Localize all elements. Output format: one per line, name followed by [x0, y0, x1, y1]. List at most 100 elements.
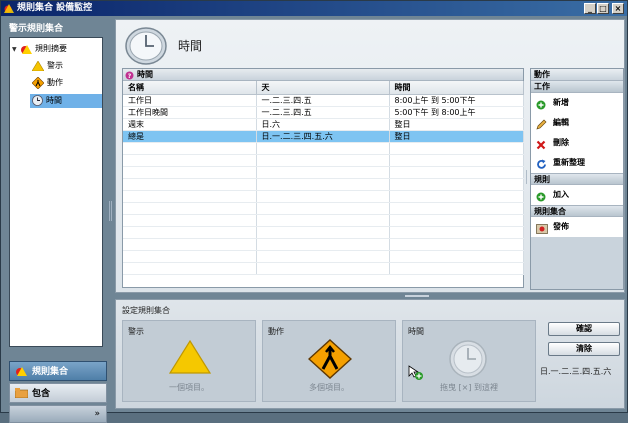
empty-table-row — [123, 202, 524, 215]
action-item-edit-pencil[interactable]: 編輯 — [531, 113, 623, 133]
time-grid: ? 時間 名稱 天 時間 工作日 一.二.三.四.五 8:00上午 到 5:00下午… — [122, 68, 524, 288]
rule-tree[interactable]: ▼ 規則摘要 警示 動作 時間 — [9, 37, 103, 347]
table-row[interactable]: 總是 日.一.二.三.四.五.六 整日 — [123, 130, 524, 143]
table-cell — [389, 178, 524, 191]
app-window: 規則集合 設備監控 _ □ × 警示規則集合 ▼ 規則摘要 警示 動作 時間 規… — [0, 0, 628, 423]
table-cell — [256, 250, 390, 263]
action-drop-slot[interactable]: 動作 多個項目。 — [262, 320, 396, 402]
vertical-splitter[interactable] — [109, 201, 112, 221]
app-logo-icon — [4, 4, 14, 13]
warning-triangle-icon — [168, 339, 212, 374]
nav-rule-sets-button[interactable]: 規則集合 — [9, 361, 107, 381]
table-cell — [256, 190, 390, 203]
add-icon — [536, 190, 546, 210]
page-title: 時間 — [178, 39, 203, 53]
title-bar: 規則集合 設備監控 _ □ × — [1, 1, 627, 16]
publish-icon — [536, 222, 548, 242]
column-header-name[interactable]: 名稱 — [123, 81, 257, 95]
empty-table-row — [123, 226, 524, 239]
rule-summary-icon — [21, 44, 32, 54]
table-row[interactable]: 工作日 一.二.三.四.五 8:00上午 到 5:00下午 — [123, 94, 524, 107]
action-diamond-icon — [32, 76, 44, 89]
actions-splitter[interactable] — [526, 170, 528, 184]
actions-sections: 工作 新增 編輯 刪除 重新整理 規則 加入 規則集合 發佈 — [531, 81, 623, 237]
tree-item-actions[interactable]: 動作 — [32, 76, 102, 90]
main-panel: 時間 ? 時間 名稱 天 時間 工作日 一.二.三.四.五 8:00上午 到 5:0… — [115, 19, 625, 293]
empty-table-row — [123, 178, 524, 191]
table-cell — [123, 238, 257, 251]
nav-more-button[interactable]: » — [9, 405, 107, 423]
window-controls: _ □ × — [584, 3, 624, 14]
table-cell — [389, 214, 524, 227]
expand-arrow-icon[interactable]: ▼ — [12, 43, 20, 57]
table-cell — [256, 154, 390, 167]
tree-item-rule-summary[interactable]: ▼ 規則摘要 — [12, 42, 100, 56]
tree-item-alerts[interactable]: 警示 — [32, 59, 102, 73]
table-cell — [256, 214, 390, 227]
table-cell — [389, 142, 524, 155]
table-row[interactable]: 週末 日.六 整日 — [123, 118, 524, 131]
time-drop-slot[interactable]: 時間 拖曳 [×] 到這裡 — [402, 320, 536, 402]
table-cell — [123, 226, 257, 239]
table-cell — [123, 178, 257, 191]
action-item-add[interactable]: 加入 — [531, 185, 623, 205]
empty-table-row — [123, 214, 524, 227]
action-item-label: 新增 — [553, 98, 569, 107]
nav-include-button[interactable]: 包含 — [9, 383, 107, 403]
time-info-icon: ? — [125, 71, 134, 80]
actions-section-title: 工作 — [531, 81, 623, 93]
table-cell — [256, 238, 390, 251]
action-item-label: 發佈 — [553, 222, 569, 231]
table-cell — [389, 166, 524, 179]
horizontal-splitter[interactable] — [405, 295, 429, 297]
alert-drop-slot[interactable]: 警示 一個項目。 — [122, 320, 256, 402]
tree-item-time[interactable]: 時間 — [30, 94, 102, 108]
nav-splitter[interactable] — [9, 353, 107, 359]
maximize-button[interactable]: □ — [597, 3, 609, 14]
table-cell: 8:00上午 到 5:00下午 — [389, 94, 524, 107]
action-item-label: 編輯 — [553, 118, 569, 127]
action-item-delete-x[interactable]: 刪除 — [531, 133, 623, 153]
action-diamond-icon — [308, 339, 352, 379]
actions-list: 發佈 — [531, 217, 623, 237]
actions-panel: 動作 工作 新增 編輯 刪除 重新整理 規則 加入 規則集合 發佈 — [530, 68, 624, 290]
column-header-time[interactable]: 時間 — [389, 81, 524, 95]
empty-table-row — [123, 262, 524, 275]
actions-header: 動作 — [531, 69, 623, 81]
actions-list: 新增編輯刪除重新整理 — [531, 93, 623, 173]
table-cell — [389, 202, 524, 215]
clear-button[interactable]: 清除 — [548, 342, 620, 356]
large-clock-icon — [125, 27, 167, 65]
warning-triangle-icon — [32, 60, 44, 71]
time-table: 名稱 天 時間 工作日 一.二.三.四.五 8:00上午 到 5:00下午 工作日晚間… — [123, 81, 524, 275]
empty-table-row — [123, 166, 524, 179]
slot-label: 時間 — [408, 327, 424, 336]
table-cell: 整日 — [389, 118, 524, 131]
action-item-publish[interactable]: 發佈 — [531, 217, 623, 237]
table-cell: 工作日晚間 — [123, 106, 257, 119]
nav-include-label: 包含 — [32, 389, 51, 399]
confirm-button[interactable]: 確認 — [548, 322, 620, 336]
table-cell — [123, 262, 257, 275]
slot-text: 拖曳 [×] 到這裡 — [439, 383, 499, 392]
clock-icon — [449, 340, 487, 378]
table-row[interactable]: 工作日晚間 一.二.三.四.五 5:00下午 到 8:00上午 — [123, 106, 524, 119]
action-item-refresh[interactable]: 重新整理 — [531, 153, 623, 173]
action-item-label: 刪除 — [553, 138, 569, 147]
minimize-button[interactable]: _ — [584, 3, 596, 14]
table-cell — [389, 190, 524, 203]
close-button[interactable]: × — [612, 3, 624, 14]
tree-item-label: 規則摘要 — [35, 44, 67, 53]
table-cell — [123, 250, 257, 263]
actions-list: 加入 — [531, 185, 623, 205]
table-cell: 總是 — [123, 130, 257, 143]
slot-label: 警示 — [128, 327, 144, 336]
table-cell — [389, 238, 524, 251]
table-cell: 週末 — [123, 118, 257, 131]
selected-days-text: 日.一.二.三.四.五.六 — [540, 367, 612, 376]
table-cell — [123, 166, 257, 179]
table-cell: 日.一.二.三.四.五.六 — [256, 130, 390, 143]
column-header-days[interactable]: 天 — [256, 81, 390, 95]
table-cell — [123, 202, 257, 215]
action-item-add[interactable]: 新增 — [531, 93, 623, 113]
